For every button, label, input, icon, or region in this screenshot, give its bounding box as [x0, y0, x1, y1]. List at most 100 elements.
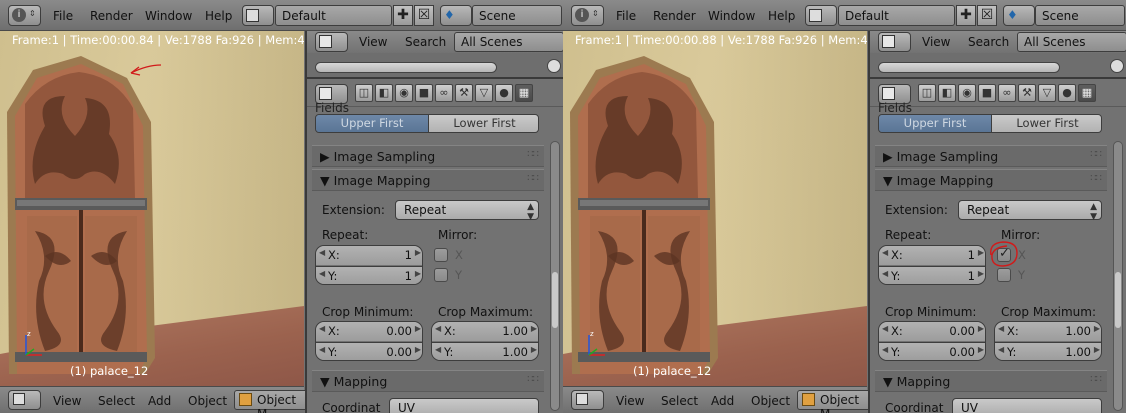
increment-arrow-icon[interactable]: ▶: [415, 248, 421, 257]
outliner-editor-type[interactable]: [315, 32, 348, 52]
outliner-filter-toggle[interactable]: [547, 59, 561, 73]
outliner-editor-type[interactable]: [878, 32, 911, 52]
decrement-arrow-icon[interactable]: ◀: [882, 324, 888, 333]
crop-max-x-field[interactable]: ◀ X: 1.00 ▶: [995, 322, 1101, 341]
properties-scrollbar[interactable]: [1113, 141, 1123, 411]
menu-file[interactable]: File: [616, 9, 636, 23]
coordinates-dropdown[interactable]: UV: [952, 398, 1102, 413]
interaction-mode-dropdown[interactable]: Object M: [234, 390, 308, 413]
menu-help[interactable]: Help: [768, 9, 795, 23]
crop-min-y-field[interactable]: ◀ Y: 0.00 ▶: [879, 342, 985, 360]
scene-props-icon[interactable]: ◧: [375, 84, 393, 102]
texture-icon[interactable]: ▦: [515, 84, 533, 102]
decrement-arrow-icon[interactable]: ◀: [998, 345, 1004, 354]
outliner-body[interactable]: [870, 53, 1126, 79]
viewport-select-menu[interactable]: Select: [98, 394, 135, 408]
mirror-y-checkbox[interactable]: [997, 268, 1011, 282]
screen-name-field[interactable]: Default: [838, 5, 955, 26]
screen-name-field[interactable]: Default: [275, 5, 392, 26]
mirror-y-checkbox[interactable]: [434, 268, 448, 282]
repeat-y-field[interactable]: ◀ Y: 1 ▶: [879, 266, 985, 284]
scene-props-icon[interactable]: ◧: [938, 84, 956, 102]
increment-arrow-icon[interactable]: ▶: [531, 324, 537, 333]
outliner-filter-toggle[interactable]: [1110, 59, 1124, 73]
texture-icon[interactable]: ▦: [1078, 84, 1096, 102]
drag-grip-icon[interactable]: ∷∷: [527, 173, 539, 184]
outliner-scope-dropdown[interactable]: All Scenes: [1017, 32, 1126, 52]
scene-name-field[interactable]: Scene: [1035, 5, 1125, 26]
material-icon[interactable]: ●: [495, 84, 513, 102]
constraints-icon[interactable]: ∞: [998, 84, 1016, 102]
viewport-object-menu[interactable]: Object: [188, 394, 227, 408]
outliner-scope-dropdown[interactable]: All Scenes: [454, 32, 563, 52]
drag-grip-icon[interactable]: ∷∷: [1090, 374, 1102, 385]
world-icon[interactable]: ◉: [395, 84, 413, 102]
drag-grip-icon[interactable]: ∷∷: [527, 149, 539, 160]
coordinates-dropdown[interactable]: UV: [389, 398, 539, 413]
drag-grip-icon[interactable]: ∷∷: [527, 374, 539, 385]
lower-first-button[interactable]: Lower First: [991, 115, 1101, 132]
interaction-mode-dropdown[interactable]: Object M: [797, 390, 871, 413]
decrement-arrow-icon[interactable]: ◀: [882, 345, 888, 354]
modifiers-icon[interactable]: ⚒: [455, 84, 473, 102]
decrement-arrow-icon[interactable]: ◀: [882, 269, 888, 278]
object-icon[interactable]: ■: [978, 84, 996, 102]
mirror-x-checkbox[interactable]: [434, 248, 448, 262]
viewport-select-menu[interactable]: Select: [661, 394, 698, 408]
viewport-view-menu[interactable]: View: [53, 394, 81, 408]
screen-layout-button[interactable]: [805, 5, 837, 26]
editor-type-button[interactable]: [571, 390, 604, 410]
decrement-arrow-icon[interactable]: ◀: [998, 324, 1004, 333]
menu-render[interactable]: Render: [653, 9, 696, 23]
outliner-search-menu[interactable]: Search: [405, 35, 446, 49]
scene-browse-button[interactable]: ♦: [440, 5, 472, 26]
menu-window[interactable]: Window: [145, 9, 192, 23]
menu-render[interactable]: Render: [90, 9, 133, 23]
image-sampling-header[interactable]: ▶ Image Sampling ∷∷: [875, 145, 1107, 167]
extension-dropdown[interactable]: Repeat ▲ ▼: [395, 200, 539, 222]
decrement-arrow-icon[interactable]: ◀: [435, 324, 441, 333]
increment-arrow-icon[interactable]: ▶: [978, 248, 984, 257]
upper-first-button[interactable]: Upper First: [316, 115, 428, 132]
decrement-arrow-icon[interactable]: ◀: [435, 345, 441, 354]
crop-min-x-field[interactable]: ◀ X: 0.00 ▶: [879, 322, 985, 341]
decrement-arrow-icon[interactable]: ◀: [319, 324, 325, 333]
add-screen-button[interactable]: ✚: [393, 5, 413, 26]
modifiers-icon[interactable]: ⚒: [1018, 84, 1036, 102]
increment-arrow-icon[interactable]: ▶: [415, 269, 421, 278]
decrement-arrow-icon[interactable]: ◀: [319, 248, 325, 257]
object-icon[interactable]: ■: [415, 84, 433, 102]
screen-layout-button[interactable]: [242, 5, 274, 26]
mapping-header[interactable]: ▼ Mapping ∷∷: [312, 370, 544, 392]
increment-arrow-icon[interactable]: ▶: [415, 345, 421, 354]
decrement-arrow-icon[interactable]: ◀: [882, 248, 888, 257]
upper-first-button[interactable]: Upper First: [879, 115, 991, 132]
properties-scrollbar[interactable]: [550, 141, 560, 411]
info-editor-button[interactable]: i ⇕: [8, 5, 41, 26]
scrollbar-thumb[interactable]: [552, 272, 558, 328]
add-screen-button[interactable]: ✚: [956, 5, 976, 26]
crop-max-y-field[interactable]: ◀ Y: 1.00 ▶: [432, 342, 538, 360]
decrement-arrow-icon[interactable]: ◀: [319, 345, 325, 354]
render-icon[interactable]: ◫: [355, 84, 373, 102]
drag-grip-icon[interactable]: ∷∷: [1090, 149, 1102, 160]
repeat-y-field[interactable]: ◀ Y: 1 ▶: [316, 266, 422, 284]
extension-dropdown[interactable]: Repeat ▲ ▼: [958, 200, 1102, 222]
increment-arrow-icon[interactable]: ▶: [978, 269, 984, 278]
world-icon[interactable]: ◉: [958, 84, 976, 102]
crop-max-x-field[interactable]: ◀ X: 1.00 ▶: [432, 322, 538, 341]
outliner-body[interactable]: [307, 53, 563, 79]
decrement-arrow-icon[interactable]: ◀: [319, 269, 325, 278]
outliner-view-menu[interactable]: View: [359, 35, 387, 49]
scene-name-field[interactable]: Scene: [472, 5, 562, 26]
viewport-add-menu[interactable]: Add: [711, 394, 734, 408]
increment-arrow-icon[interactable]: ▶: [531, 345, 537, 354]
repeat-x-field[interactable]: ◀ X: 1 ▶: [316, 246, 422, 265]
viewport-object-menu[interactable]: Object: [751, 394, 790, 408]
viewport-add-menu[interactable]: Add: [148, 394, 171, 408]
editor-type-button[interactable]: [8, 390, 41, 410]
crop-min-y-field[interactable]: ◀ Y: 0.00 ▶: [316, 342, 422, 360]
repeat-x-field[interactable]: ◀ X: 1 ▶: [879, 246, 985, 265]
increment-arrow-icon[interactable]: ▶: [978, 324, 984, 333]
mapping-header[interactable]: ▼ Mapping ∷∷: [875, 370, 1107, 392]
